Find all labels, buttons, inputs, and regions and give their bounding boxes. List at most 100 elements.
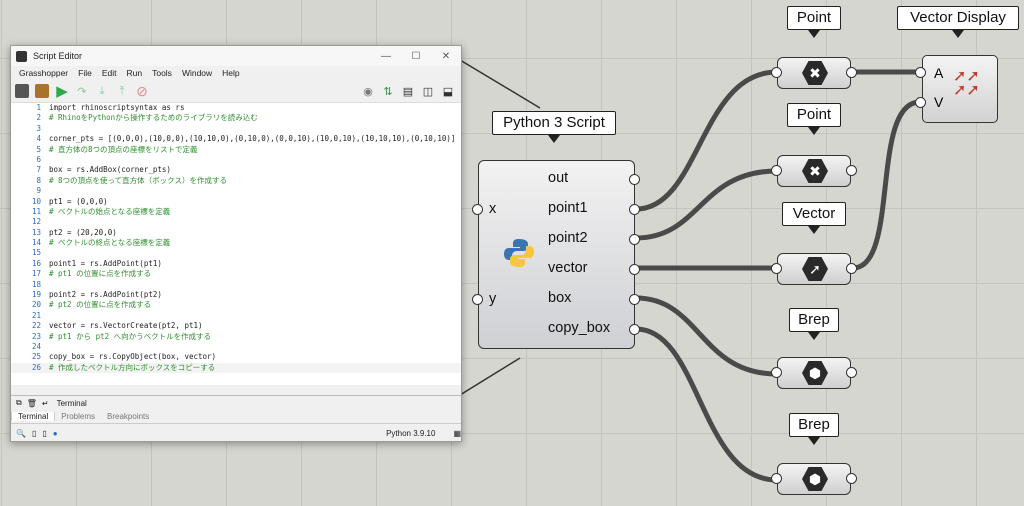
- code-line[interactable]: 19 point2 = rs.AddPoint(pt2): [11, 290, 461, 300]
- tab-problems[interactable]: Problems: [55, 412, 101, 421]
- copy-icon[interactable]: ⧉: [16, 398, 22, 408]
- code-line[interactable]: 7 box = rs.AddBox(corner_pts): [11, 165, 461, 175]
- code-line[interactable]: 2 # RhinoをPythonから操作するためのライブラリを読み込む: [11, 113, 461, 123]
- menu-grasshopper[interactable]: Grasshopper: [14, 68, 73, 78]
- param-grip[interactable]: [771, 165, 782, 176]
- step-out-icon[interactable]: ⤒: [115, 84, 129, 98]
- vector-param[interactable]: ➚: [777, 253, 851, 285]
- title-bar[interactable]: Script Editor — ☐ ✕: [11, 46, 461, 66]
- close-button[interactable]: ✕: [431, 51, 461, 62]
- document-add-icon[interactable]: ▯: [32, 429, 36, 438]
- param-grip[interactable]: [846, 473, 857, 484]
- python-3-script-component[interactable]: x y out point1 point2 vector box copy_bo…: [478, 160, 635, 349]
- preview-eye-icon[interactable]: ◉: [361, 84, 375, 98]
- code-line[interactable]: 23 # pt1 から pt2 へ向かうベクトルを作成する: [11, 332, 461, 342]
- code-line[interactable]: 18: [11, 280, 461, 290]
- input-grip-a[interactable]: [915, 67, 926, 78]
- code-line[interactable]: 16 point1 = rs.AddPoint(pt1): [11, 259, 461, 269]
- code-line[interactable]: 25 copy_box = rs.CopyObject(box, vector): [11, 352, 461, 362]
- menu-file[interactable]: File: [73, 68, 97, 78]
- menu-help[interactable]: Help: [217, 68, 244, 78]
- maximize-button[interactable]: ☐: [401, 51, 431, 62]
- output-grip-point2[interactable]: [629, 234, 640, 245]
- line-number: 5: [36, 144, 41, 154]
- param-grip[interactable]: [846, 367, 857, 378]
- tab-breakpoints[interactable]: Breakpoints: [101, 412, 155, 421]
- code-line[interactable]: 4 corner_pts = [(0,0,0),(10,0,0),(10,10,0…: [11, 134, 461, 144]
- param-grip[interactable]: [771, 67, 782, 78]
- code-line[interactable]: 21: [11, 311, 461, 321]
- brep-param-1[interactable]: ⬢: [777, 357, 851, 389]
- step-into-icon[interactable]: ⤓: [95, 84, 109, 98]
- code-text: point1 = rs.AddPoint(pt1): [49, 258, 162, 268]
- param-grip[interactable]: [771, 367, 782, 378]
- input-grip-y[interactable]: [472, 294, 483, 305]
- code-line[interactable]: 13 pt2 = (20,20,0): [11, 228, 461, 238]
- code-line[interactable]: 11 # ベクトルの始点となる座標を定義: [11, 207, 461, 217]
- menu-window[interactable]: Window: [177, 68, 217, 78]
- code-line[interactable]: 26 # 作成したベクトル方向にボックスをコピーする: [11, 362, 461, 374]
- point-param-1[interactable]: ✖: [777, 57, 851, 89]
- code-line[interactable]: 6: [11, 155, 461, 165]
- code-line[interactable]: 22 vector = rs.VectorCreate(pt2, pt1): [11, 321, 461, 331]
- script-editor-window[interactable]: Script Editor — ☐ ✕ Grasshopper File Edi…: [10, 45, 462, 442]
- code-line[interactable]: 14 # ベクトルの終点となる座標を定義: [11, 238, 461, 248]
- code-line[interactable]: 10 pt1 = (0,0,0): [11, 197, 461, 207]
- package-icon[interactable]: [35, 84, 49, 98]
- calendar-icon[interactable]: ▦: [453, 429, 461, 438]
- code-editor[interactable]: 1 import rhinoscriptsyntax as rs 2 # Rhinoを…: [11, 103, 461, 385]
- stop-icon[interactable]: ⊘: [135, 83, 149, 99]
- document-icon[interactable]: ▤: [401, 84, 415, 98]
- tab-terminal[interactable]: Terminal: [11, 412, 56, 421]
- output-grip-copy-box[interactable]: [629, 324, 640, 335]
- code-line[interactable]: 1 import rhinoscriptsyntax as rs: [11, 103, 461, 113]
- output-grip-box[interactable]: [629, 294, 640, 305]
- run-icon[interactable]: ▶: [55, 83, 69, 100]
- code-line[interactable]: 17 # pt1 の位置に点を作成する: [11, 269, 461, 279]
- compare-icon[interactable]: ⇅: [381, 84, 395, 98]
- input-y: y: [489, 291, 497, 307]
- menu-edit[interactable]: Edit: [97, 68, 122, 78]
- code-line[interactable]: 9: [11, 186, 461, 196]
- help-icon[interactable]: ●: [53, 429, 58, 438]
- document-edit-icon[interactable]: ▯: [42, 429, 46, 438]
- input-grip-x[interactable]: [472, 204, 483, 215]
- line-number: 14: [31, 238, 41, 248]
- panel-bottom-icon[interactable]: ⬓: [441, 84, 455, 98]
- status-bar: 🔍 ▯ ▯ ● Python 3.9.10 ▦: [11, 424, 461, 441]
- callout-line: [459, 357, 521, 396]
- input-grip-v[interactable]: [915, 97, 926, 108]
- code-line[interactable]: 15: [11, 248, 461, 258]
- menu-tools[interactable]: Tools: [147, 68, 177, 78]
- output-grip-vector[interactable]: [629, 264, 640, 275]
- output-grip-point1[interactable]: [629, 204, 640, 215]
- search-icon[interactable]: 🔍: [16, 429, 26, 438]
- code-line[interactable]: 3: [11, 124, 461, 134]
- vector-display-component[interactable]: A V ➚➚ ➚➚: [922, 55, 998, 123]
- step-over-icon[interactable]: ↷: [75, 84, 89, 98]
- brep-param-2[interactable]: ⬢: [777, 463, 851, 495]
- code-line[interactable]: 20 # pt2 の位置に点を作成する: [11, 300, 461, 310]
- minimize-button[interactable]: —: [371, 51, 401, 62]
- wrap-icon[interactable]: ↵: [42, 399, 49, 408]
- output-point2: point2: [548, 230, 588, 246]
- code-line[interactable]: 5 # 直方体の8つの頂点の座標をリストで定義: [11, 145, 461, 155]
- code-line[interactable]: 12: [11, 217, 461, 227]
- trash-icon[interactable]: 🗑: [27, 399, 37, 408]
- param-grip[interactable]: [771, 263, 782, 274]
- param-grip[interactable]: [846, 67, 857, 78]
- param-grip[interactable]: [846, 165, 857, 176]
- wire-point1: [635, 69, 778, 212]
- output-grip-out[interactable]: [629, 174, 640, 185]
- panel-left-icon[interactable]: ◫: [421, 84, 435, 98]
- code-line[interactable]: 8 # 8つの頂点を使って直方体（ボックス）を作成する: [11, 176, 461, 186]
- line-number: 21: [31, 310, 41, 320]
- menu-run[interactable]: Run: [122, 68, 148, 78]
- param-grip[interactable]: [846, 263, 857, 274]
- save-icon[interactable]: [15, 84, 29, 98]
- line-number: 25: [31, 352, 41, 362]
- code-line[interactable]: 24: [11, 342, 461, 352]
- code-text: # 作成したベクトル方向にボックスをコピーする: [49, 362, 216, 372]
- point-param-2[interactable]: ✖: [777, 155, 851, 187]
- param-grip[interactable]: [771, 473, 782, 484]
